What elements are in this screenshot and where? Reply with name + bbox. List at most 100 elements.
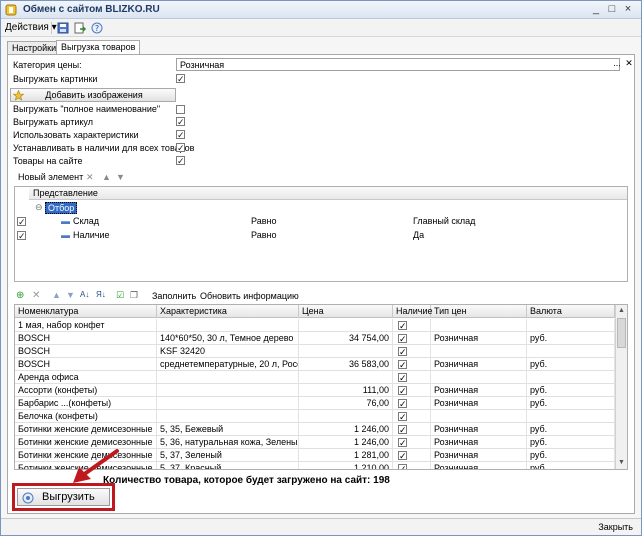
copy-icon[interactable]: ❐	[130, 290, 138, 301]
filter-toolbar: Новый элемент ✕ ▲ ▼	[12, 172, 212, 184]
delete-icon[interactable]: ✕	[86, 172, 94, 183]
table-row[interactable]: Барбарис ...(конфеты) 76,00 ✓ Розничная руб.	[15, 397, 615, 410]
availability-checkbox[interactable]: ✓	[398, 399, 407, 409]
upload-button[interactable]: Выгрузить	[17, 488, 110, 506]
table-cell: Ботинки женские демисезонные	[15, 423, 157, 436]
table-cell: Аренда офиса	[15, 371, 157, 384]
goods-table: Номенклатура Характеристика Цена Наличие…	[14, 304, 628, 470]
col-currency[interactable]: Валюта	[527, 305, 615, 318]
move-down-icon[interactable]: ▼	[116, 172, 125, 182]
add-icon[interactable]: ⊕	[16, 290, 24, 301]
table-row[interactable]: Ассорти (конфеты) 111,00 ✓ Розничная руб.	[15, 384, 615, 397]
table-row[interactable]: Ботинки женские демисезонные 5, 35, Бежев…	[15, 423, 615, 436]
in-stock-checkbox[interactable]: ✓	[176, 143, 185, 153]
col-nomenclature[interactable]: Номенклатура	[15, 305, 157, 318]
price-category-input[interactable]: Розничная	[176, 58, 620, 71]
table-cell	[157, 384, 299, 397]
table-cell: 1 246,00	[299, 423, 393, 436]
table-row[interactable]: 1 мая, набор конфет ✓	[15, 319, 615, 332]
scroll-thumb[interactable]	[617, 318, 626, 348]
col-price[interactable]: Цена	[299, 305, 393, 318]
full-name-label: Выгружать "полное наименование"	[13, 104, 161, 114]
table-cell: 5, 37, Зеленый	[157, 449, 299, 462]
close-button[interactable]: Закрыть	[598, 522, 633, 532]
table-cell	[299, 345, 393, 358]
move-up-icon[interactable]: ▲	[102, 172, 111, 182]
table-cell: руб.	[527, 462, 615, 469]
table-cell: руб.	[527, 397, 615, 410]
characteristics-checkbox[interactable]: ✓	[176, 130, 185, 140]
minimize-icon[interactable]: _	[589, 3, 603, 16]
availability-cell: ✓	[393, 410, 431, 423]
goods-table-header: Номенклатура Характеристика Цена Наличие…	[15, 305, 615, 318]
availability-checkbox[interactable]: ✓	[398, 360, 407, 370]
filter-field: Склад	[73, 216, 100, 226]
add-images-button[interactable]: Добавить изображения	[10, 88, 176, 102]
fill-button[interactable]: Заполнить	[152, 291, 196, 301]
filter-value: Главный склад	[413, 216, 476, 226]
move-up-icon[interactable]: ▲	[52, 290, 61, 300]
in-stock-label: Устанавливать в наличии для всех товаров	[13, 143, 195, 153]
table-row[interactable]: BOSCH 140*60*50, 30 л, Темное дерево 34 75…	[15, 332, 615, 345]
on-site-checkbox[interactable]: ✓	[176, 156, 185, 166]
price-category-label: Категория цены:	[13, 60, 82, 70]
full-name-checkbox[interactable]	[176, 105, 185, 114]
availability-checkbox[interactable]: ✓	[398, 321, 407, 331]
goods-scrollbar[interactable]: ▲ ▼	[615, 305, 627, 469]
select-price-button[interactable]: ...	[612, 58, 622, 71]
scroll-up-icon[interactable]: ▲	[616, 305, 627, 316]
new-element-button[interactable]: Новый элемент	[18, 172, 83, 182]
availability-checkbox[interactable]: ✓	[398, 451, 407, 461]
maximize-icon[interactable]: □	[605, 3, 619, 16]
collapse-icon[interactable]: ⊖	[35, 202, 43, 213]
table-row[interactable]: BOSCH KSF 32420 ✓	[15, 345, 615, 358]
filter-row[interactable]: ✓ ▬ Склад Равно Главный склад	[15, 215, 627, 228]
filter-group-row[interactable]: ⊖ Отбор	[15, 201, 627, 214]
availability-checkbox[interactable]: ✓	[398, 412, 407, 422]
table-cell	[431, 345, 527, 358]
availability-checkbox[interactable]: ✓	[398, 347, 407, 357]
col-price-type[interactable]: Тип цен	[431, 305, 527, 318]
upload-images-checkbox[interactable]: ✓	[176, 74, 185, 84]
availability-checkbox[interactable]: ✓	[398, 438, 407, 448]
scroll-down-icon[interactable]: ▼	[616, 457, 627, 468]
field-icon: ▬	[61, 216, 70, 226]
tab-upload-goods[interactable]: Выгрузка товаров	[56, 40, 141, 55]
upload-button-label: Выгрузить	[42, 491, 95, 503]
tab-settings[interactable]: Настройки	[7, 41, 62, 55]
sort-asc-icon[interactable]: A↓	[80, 290, 89, 299]
save-icon[interactable]	[56, 21, 70, 35]
availability-checkbox[interactable]: ✓	[398, 373, 407, 383]
table-row[interactable]: Аренда офиса ✓	[15, 371, 615, 384]
availability-checkbox[interactable]: ✓	[398, 464, 407, 469]
filter-row-checkbox[interactable]: ✓	[17, 231, 26, 241]
table-cell: 1 281,00	[299, 449, 393, 462]
goods-count-text: Количество товара, которое будет загруже…	[103, 475, 390, 486]
move-down-icon[interactable]: ▼	[66, 290, 75, 300]
table-cell: Розничная	[431, 462, 527, 469]
close-icon[interactable]: ×	[621, 3, 635, 16]
clear-price-icon[interactable]: ✕	[624, 58, 634, 71]
table-cell: 36 583,00	[299, 358, 393, 371]
table-cell: Ассорти (конфеты)	[15, 384, 157, 397]
article-checkbox[interactable]: ✓	[176, 117, 185, 127]
table-cell	[157, 319, 299, 332]
sort-desc-icon[interactable]: Я↓	[96, 290, 106, 299]
table-cell: руб.	[527, 332, 615, 345]
availability-checkbox[interactable]: ✓	[398, 425, 407, 435]
col-characteristic[interactable]: Характеристика	[157, 305, 299, 318]
update-info-button[interactable]: Обновить информацию	[200, 291, 299, 301]
check-all-icon[interactable]: ☑	[116, 290, 124, 301]
filter-row-checkbox[interactable]: ✓	[17, 217, 26, 227]
availability-checkbox[interactable]: ✓	[398, 334, 407, 344]
actions-menu[interactable]: Действия ▾	[5, 22, 57, 33]
table-row[interactable]: Белочка (конфеты) ✓	[15, 410, 615, 423]
table-cell	[527, 319, 615, 332]
col-availability[interactable]: Наличие	[393, 305, 433, 318]
table-row[interactable]: BOSCH среднетемпературные, 20 л, Россия 36…	[15, 358, 615, 371]
help-icon[interactable]: ?	[90, 21, 104, 35]
export-icon[interactable]	[73, 21, 87, 35]
filter-row[interactable]: ✓ ▬ Наличие Равно Да	[15, 229, 627, 242]
delete-row-icon[interactable]: ✕	[32, 290, 40, 301]
availability-checkbox[interactable]: ✓	[398, 386, 407, 396]
